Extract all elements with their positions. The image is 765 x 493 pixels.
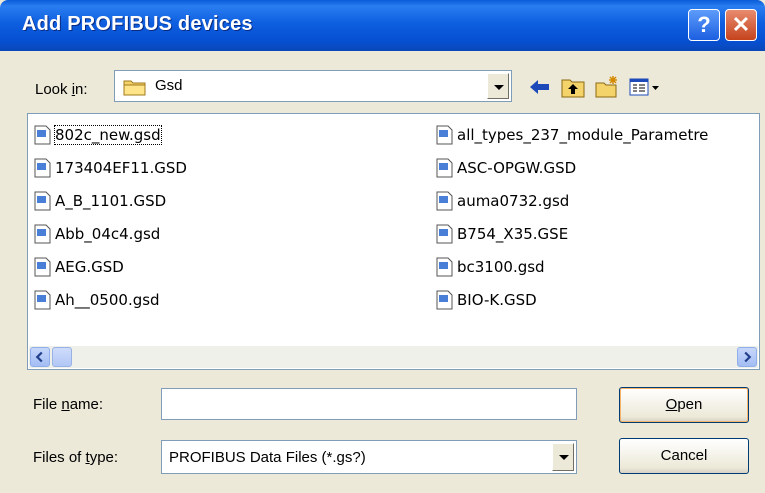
horizontal-scrollbar[interactable] bbox=[29, 346, 758, 368]
file-name-label: File name: bbox=[33, 396, 104, 413]
file-column-1: 802c_new.gsd 173404EF11.GSD A_B_1101.GSD… bbox=[34, 118, 187, 316]
file-column-2: all_types_237_module_Parametre ASC-OPGW.… bbox=[436, 118, 708, 316]
folder-icon bbox=[123, 80, 146, 96]
list-item[interactable]: ASC-OPGW.GSD bbox=[436, 151, 708, 184]
list-item[interactable]: B754_X35.GSE bbox=[436, 217, 708, 250]
gsd-file-icon bbox=[436, 290, 453, 309]
look-in-dropdown[interactable]: Gsd bbox=[114, 70, 512, 102]
back-arrow-icon[interactable] bbox=[527, 75, 553, 99]
list-item[interactable]: all_types_237_module_Parametre bbox=[436, 118, 708, 151]
gsd-file-icon bbox=[34, 158, 51, 177]
list-item[interactable]: A_B_1101.GSD bbox=[34, 184, 187, 217]
close-button[interactable]: ✕ bbox=[725, 9, 757, 41]
cancel-button[interactable]: Cancel bbox=[619, 438, 749, 474]
look-in-value: Gsd bbox=[155, 77, 183, 94]
open-button[interactable]: Open bbox=[619, 387, 749, 423]
list-item[interactable]: auma0732.gsd bbox=[436, 184, 708, 217]
list-item[interactable]: Abb_04c4.gsd bbox=[34, 217, 187, 250]
file-list[interactable]: 802c_new.gsd 173404EF11.GSD A_B_1101.GSD… bbox=[27, 113, 760, 370]
gsd-file-icon bbox=[34, 191, 51, 210]
gsd-file-icon bbox=[436, 158, 453, 177]
scroll-thumb[interactable] bbox=[52, 347, 72, 367]
gsd-file-icon bbox=[34, 125, 51, 144]
files-of-type-dropdown[interactable]: PROFIBUS Data Files (*.gs?) bbox=[161, 440, 577, 474]
gsd-file-icon bbox=[34, 224, 51, 243]
gsd-file-icon bbox=[436, 224, 453, 243]
files-of-type-value: PROFIBUS Data Files (*.gs?) bbox=[169, 449, 366, 466]
list-item[interactable]: 802c_new.gsd bbox=[34, 118, 187, 151]
scroll-right-icon[interactable] bbox=[737, 347, 757, 367]
list-item[interactable]: Ah__0500.gsd bbox=[34, 283, 187, 316]
look-in-label: Look in: bbox=[35, 81, 88, 98]
file-name-input[interactable] bbox=[161, 388, 577, 420]
view-menu-icon[interactable] bbox=[628, 75, 662, 99]
gsd-file-icon bbox=[436, 125, 453, 144]
list-item[interactable]: BIO-K.GSD bbox=[436, 283, 708, 316]
gsd-file-icon bbox=[34, 257, 51, 276]
list-item[interactable]: bc3100.gsd bbox=[436, 250, 708, 283]
dialog-title: Add PROFIBUS devices bbox=[22, 13, 253, 35]
scroll-left-icon[interactable] bbox=[30, 347, 50, 367]
gsd-file-icon bbox=[34, 290, 51, 309]
files-of-type-label: Files of type: bbox=[33, 449, 119, 466]
list-item[interactable]: AEG.GSD bbox=[34, 250, 187, 283]
title-bar[interactable]: Add PROFIBUS devices ? ✕ bbox=[0, 0, 765, 51]
look-in-dropdown-button[interactable] bbox=[487, 73, 509, 99]
gsd-file-icon bbox=[436, 191, 453, 210]
new-folder-icon[interactable] bbox=[594, 75, 620, 99]
help-button[interactable]: ? bbox=[688, 9, 720, 41]
list-item[interactable]: 173404EF11.GSD bbox=[34, 151, 187, 184]
files-of-type-dropdown-button[interactable] bbox=[552, 443, 574, 471]
up-folder-icon[interactable] bbox=[560, 75, 586, 99]
gsd-file-icon bbox=[436, 257, 453, 276]
add-profibus-dialog: Add PROFIBUS devices ? ✕ Look in: Gsd 80… bbox=[0, 0, 765, 493]
